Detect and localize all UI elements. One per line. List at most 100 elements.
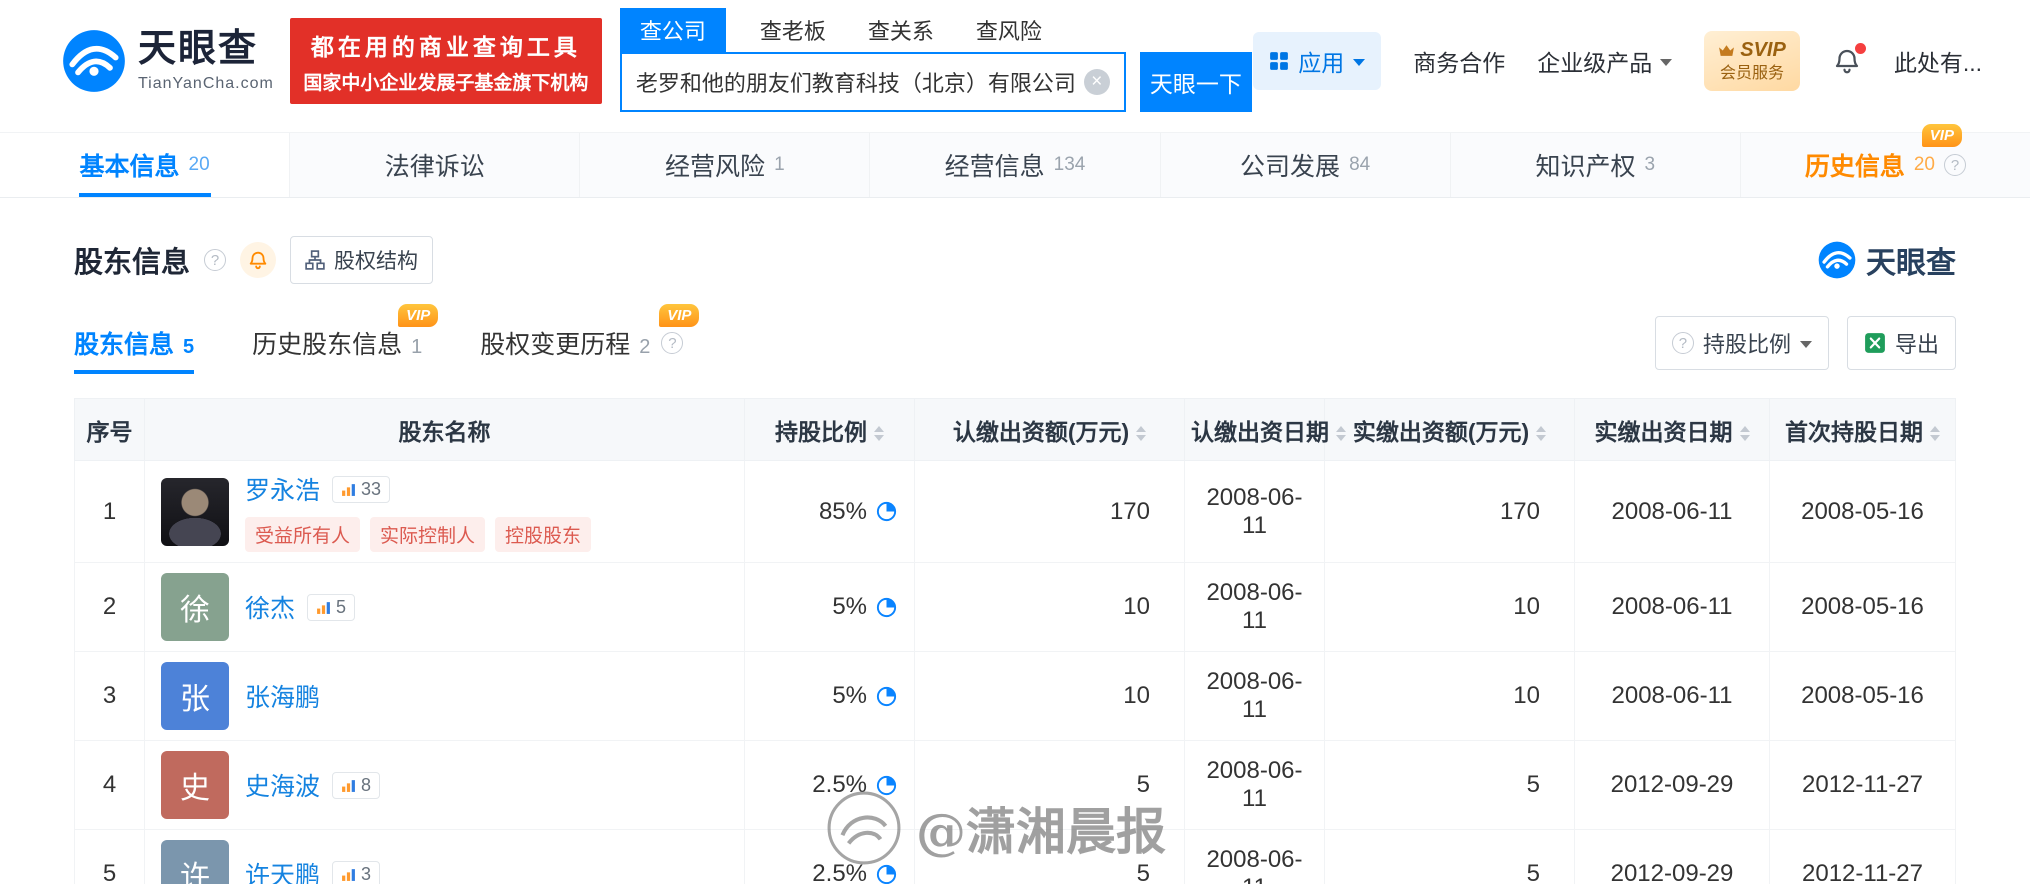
export-button[interactable]: 导出 bbox=[1846, 316, 1956, 370]
chevron-down-icon bbox=[1353, 59, 1366, 66]
tab-label: 历史信息 bbox=[1804, 153, 1905, 181]
paid-amount: 170 bbox=[1324, 460, 1575, 563]
subtab-count: 2 bbox=[639, 336, 651, 358]
partner-count-badge[interactable]: 33 bbox=[332, 475, 391, 503]
subscribed-date: 2008-06-11 bbox=[1184, 829, 1325, 884]
subtab-shareholders[interactable]: 股东信息 5 bbox=[74, 325, 195, 374]
partner-count-badge[interactable]: 3 bbox=[332, 860, 381, 884]
clear-search-icon[interactable] bbox=[1083, 69, 1110, 95]
table-row: 4 史 史海波 8 2.5% 5 2008-06-11 5 2012-09-29… bbox=[74, 740, 1956, 830]
column-header-name: 股东名称 bbox=[144, 398, 745, 461]
subtab-history-shareholders[interactable]: VIP 历史股东信息 1 bbox=[252, 304, 439, 361]
chevron-down-icon bbox=[1799, 341, 1812, 348]
chevron-down-icon bbox=[1660, 59, 1673, 66]
avatar: 徐 bbox=[161, 573, 229, 641]
apps-button[interactable]: 应用 bbox=[1253, 32, 1382, 90]
apps-label: 应用 bbox=[1298, 50, 1345, 76]
vip-tag: VIP bbox=[1921, 124, 1962, 147]
nav-enterprise[interactable]: 企业级产品 bbox=[1537, 44, 1673, 78]
search-input[interactable] bbox=[635, 69, 1084, 95]
shareholder-name-link[interactable]: 罗永浩 bbox=[245, 471, 320, 507]
pie-chart-icon[interactable] bbox=[875, 774, 898, 797]
row-index: 4 bbox=[74, 740, 145, 830]
search-tab-risk[interactable]: 查风险 bbox=[968, 8, 1050, 52]
shareholder-name-link[interactable]: 张海鹏 bbox=[245, 678, 320, 714]
crown-icon bbox=[1719, 45, 1735, 56]
network-icon bbox=[342, 483, 355, 496]
notification-bell[interactable] bbox=[1832, 43, 1866, 76]
svip-badge[interactable]: SVIP 会员服务 bbox=[1704, 31, 1800, 91]
pie-chart-icon[interactable] bbox=[875, 596, 898, 619]
search-tab-company[interactable]: 查公司 bbox=[619, 8, 726, 52]
tab-development[interactable]: 公司发展 84 bbox=[1161, 133, 1451, 197]
subtab-label: 股权变更历程 bbox=[480, 331, 631, 359]
subscribed-amount: 5 bbox=[914, 829, 1185, 884]
shareholders-table: 序号 股东名称 持股比例 认缴出资额(万元) 认缴出资日期 实缴出资额(万元) … bbox=[74, 398, 1956, 884]
section-title: 股东信息 bbox=[74, 247, 191, 279]
subtab-equity-changes[interactable]: VIP 股权变更历程 2 bbox=[480, 304, 700, 361]
sort-icon[interactable] bbox=[1930, 425, 1940, 441]
tab-count: 3 bbox=[1644, 154, 1656, 175]
company-tabs: 基本信息 20 法律诉讼 经营风险 1 经营信息 134 公司发展 84 知识产… bbox=[0, 124, 2030, 198]
shareholder-name-link[interactable]: 徐杰 bbox=[245, 589, 295, 625]
tab-legal[interactable]: 法律诉讼 bbox=[290, 133, 581, 197]
notification-dot bbox=[1854, 43, 1866, 54]
export-label: 导出 bbox=[1894, 332, 1939, 357]
table-header-row: 序号 股东名称 持股比例 认缴出资额(万元) 认缴出资日期 实缴出资额(万元) … bbox=[74, 398, 1956, 461]
help-icon[interactable] bbox=[204, 249, 227, 271]
paid-amount: 10 bbox=[1324, 651, 1575, 741]
equity-structure-label: 股权结构 bbox=[334, 250, 419, 273]
tab-history[interactable]: VIP 历史信息 20 bbox=[1741, 124, 2030, 197]
subscribed-amount: 5 bbox=[914, 740, 1185, 830]
ratio-value: 2.5% bbox=[812, 860, 867, 884]
paid-amount: 5 bbox=[1324, 829, 1575, 884]
shareholder-name-link[interactable]: 许天鹏 bbox=[245, 856, 320, 884]
sort-icon[interactable] bbox=[1536, 425, 1547, 441]
subtab-label: 股东信息 bbox=[74, 331, 175, 359]
tianyancha-logo[interactable]: 天眼查 TianYanCha.com bbox=[62, 28, 274, 93]
partner-count-badge[interactable]: 8 bbox=[332, 771, 381, 799]
svip-label: SVIP bbox=[1740, 39, 1786, 62]
shareholder-name-link[interactable]: 史海波 bbox=[245, 767, 320, 803]
svip-sublabel: 会员服务 bbox=[1720, 65, 1785, 83]
search-tab-relation[interactable]: 查关系 bbox=[860, 8, 942, 52]
pie-chart-icon[interactable] bbox=[875, 685, 898, 708]
tab-count: 20 bbox=[1913, 154, 1935, 175]
nav-cooperation[interactable]: 商务合作 bbox=[1413, 44, 1505, 78]
brand-text: 天眼查 bbox=[1866, 247, 1956, 280]
account-name[interactable]: 此处有... bbox=[1894, 44, 1982, 78]
role-tag: 实际控制人 bbox=[370, 517, 486, 552]
subscribed-amount: 10 bbox=[914, 651, 1185, 741]
search-button[interactable]: 天眼一下 bbox=[1139, 52, 1252, 112]
equity-structure-button[interactable]: 股权结构 bbox=[290, 236, 434, 284]
ratio-filter-button[interactable]: 持股比例 bbox=[1654, 316, 1829, 370]
subscribe-bell-button[interactable] bbox=[240, 242, 277, 278]
logo-domain: TianYanCha.com bbox=[138, 75, 274, 93]
partner-count-badge[interactable]: 5 bbox=[307, 593, 356, 621]
column-header-no: 序号 bbox=[74, 398, 145, 461]
help-icon[interactable] bbox=[1943, 154, 1966, 176]
tab-business-info[interactable]: 经营信息 134 bbox=[870, 133, 1161, 197]
sort-icon[interactable] bbox=[1136, 425, 1147, 441]
top-nav: 应用 商务合作 企业级产品 SVIP 会员服务 此处有... bbox=[1253, 31, 1982, 91]
search-tab-boss[interactable]: 查老板 bbox=[752, 8, 834, 52]
tab-business-risk[interactable]: 经营风险 1 bbox=[580, 133, 871, 197]
pie-chart-icon[interactable] bbox=[875, 863, 898, 884]
banner-line2: 国家中小企业发展子基金旗下机构 bbox=[303, 72, 589, 94]
column-header-first-date: 首次持股日期 bbox=[1769, 398, 1956, 461]
table-row: 1 罗永浩 33 受益所有人 实际控制人 控股股东 85% 170 2008-0… bbox=[74, 460, 1956, 563]
tab-intellectual-property[interactable]: 知识产权 3 bbox=[1451, 133, 1741, 197]
pie-chart-icon[interactable] bbox=[875, 500, 898, 523]
sort-icon[interactable] bbox=[1336, 425, 1346, 441]
paid-date: 2012-09-29 bbox=[1574, 829, 1770, 884]
org-chart-icon bbox=[305, 250, 325, 270]
search-box bbox=[619, 52, 1126, 112]
help-icon[interactable] bbox=[661, 332, 684, 354]
ratio-value: 85% bbox=[818, 497, 867, 525]
tab-basic-info[interactable]: 基本信息 20 bbox=[0, 133, 291, 197]
paid-date: 2008-06-11 bbox=[1574, 651, 1770, 741]
subscribed-date: 2008-06-11 bbox=[1184, 740, 1325, 830]
role-tag: 受益所有人 bbox=[245, 517, 361, 552]
sort-icon[interactable] bbox=[1739, 425, 1750, 441]
sort-icon[interactable] bbox=[874, 425, 884, 441]
